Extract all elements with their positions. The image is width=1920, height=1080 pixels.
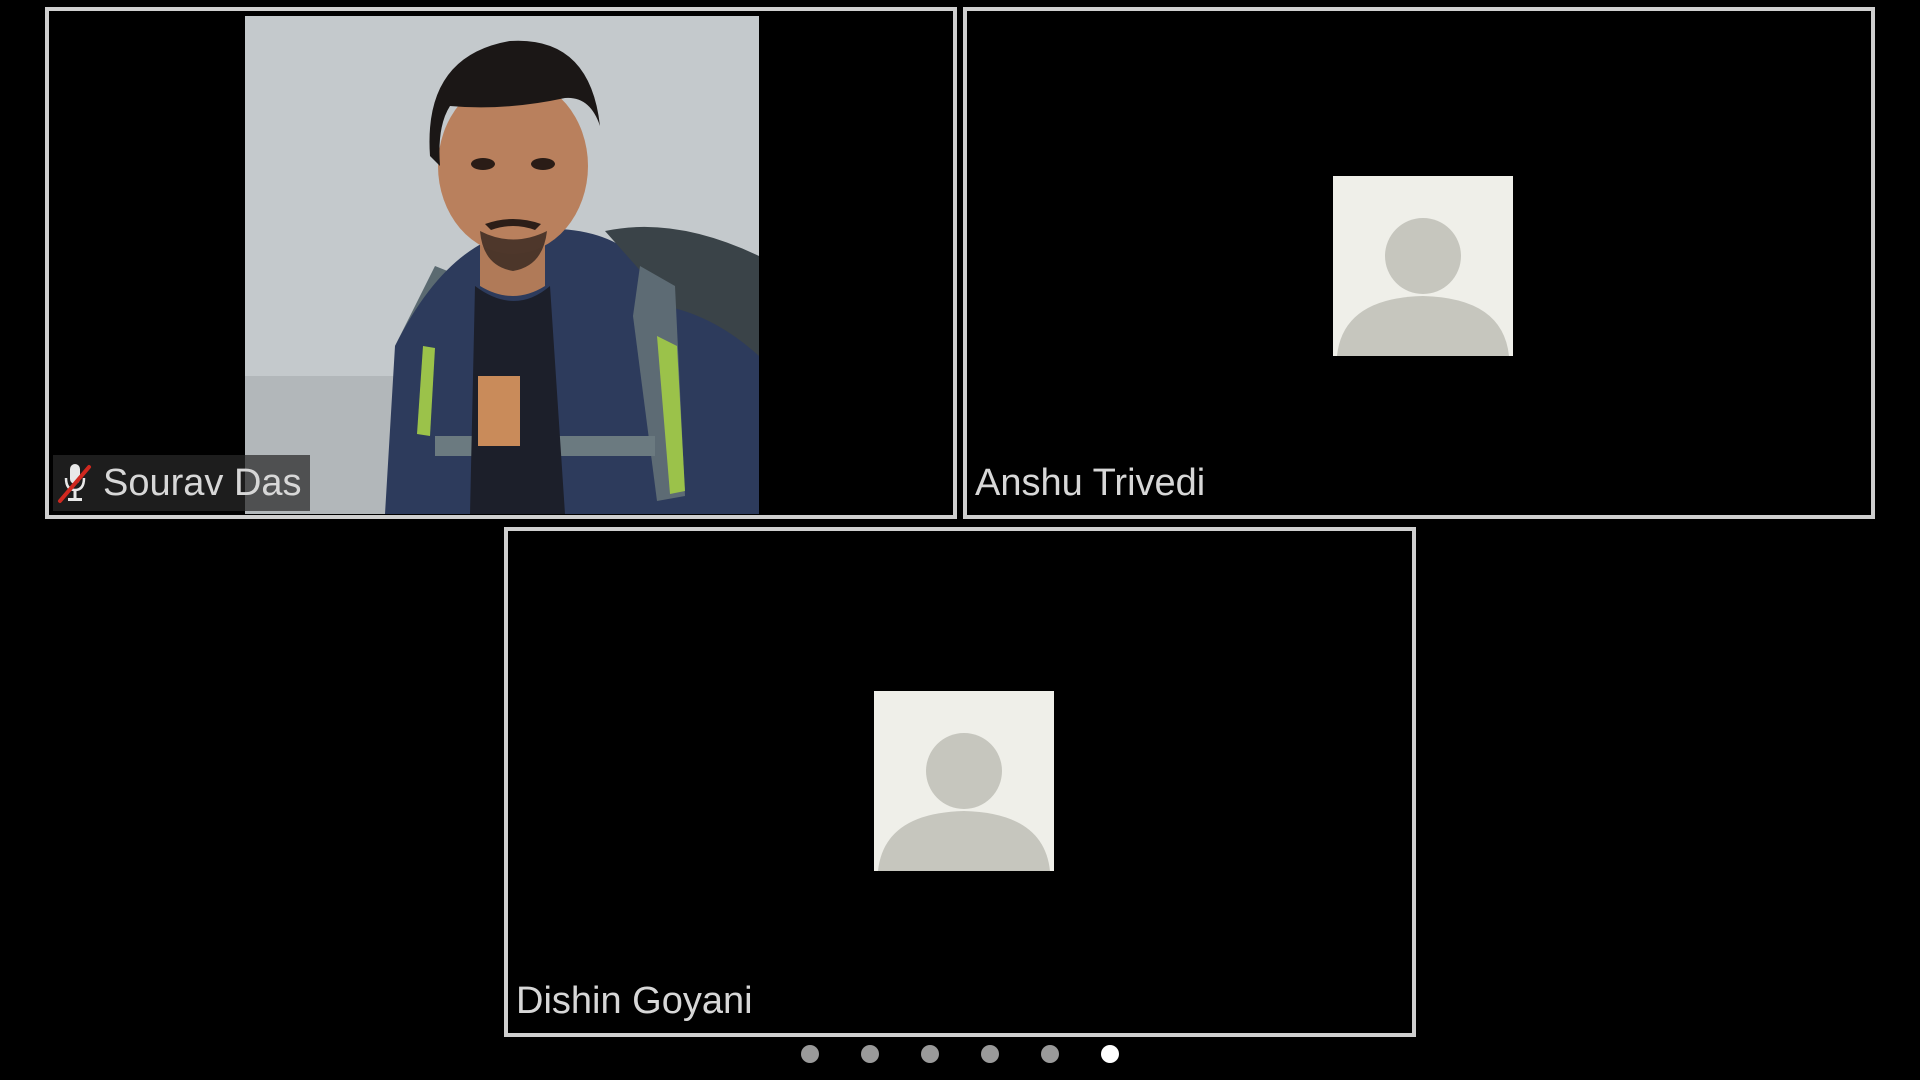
person-placeholder-icon [874,691,1054,871]
video-call-gallery: Sourav Das Anshu Trivedi Dishin Goyani [0,0,1920,1080]
participant-name: Dishin Goyani [516,980,753,1022]
page-indicator [0,1045,1920,1065]
participant-tile-dishin-goyani[interactable]: Dishin Goyani [504,527,1416,1037]
person-video-image [245,16,759,514]
participant-name-tag: Sourav Das [53,455,310,511]
participant-name: Sourav Das [103,462,302,504]
mic-muted-icon [57,461,93,505]
page-dot-active[interactable] [1101,1045,1119,1063]
page-dot[interactable] [861,1045,879,1063]
participant-name: Anshu Trivedi [975,462,1206,504]
participant-name-tag: Dishin Goyani [512,973,761,1029]
person-placeholder-icon [1333,176,1513,356]
participant-tile-sourav-das[interactable]: Sourav Das [45,7,957,519]
participant-name-tag: Anshu Trivedi [971,455,1213,511]
participant-video-feed [245,16,759,514]
page-dot[interactable] [1041,1045,1059,1063]
page-dot[interactable] [801,1045,819,1063]
page-dot[interactable] [921,1045,939,1063]
page-dot[interactable] [981,1045,999,1063]
participant-tile-anshu-trivedi[interactable]: Anshu Trivedi [963,7,1875,519]
